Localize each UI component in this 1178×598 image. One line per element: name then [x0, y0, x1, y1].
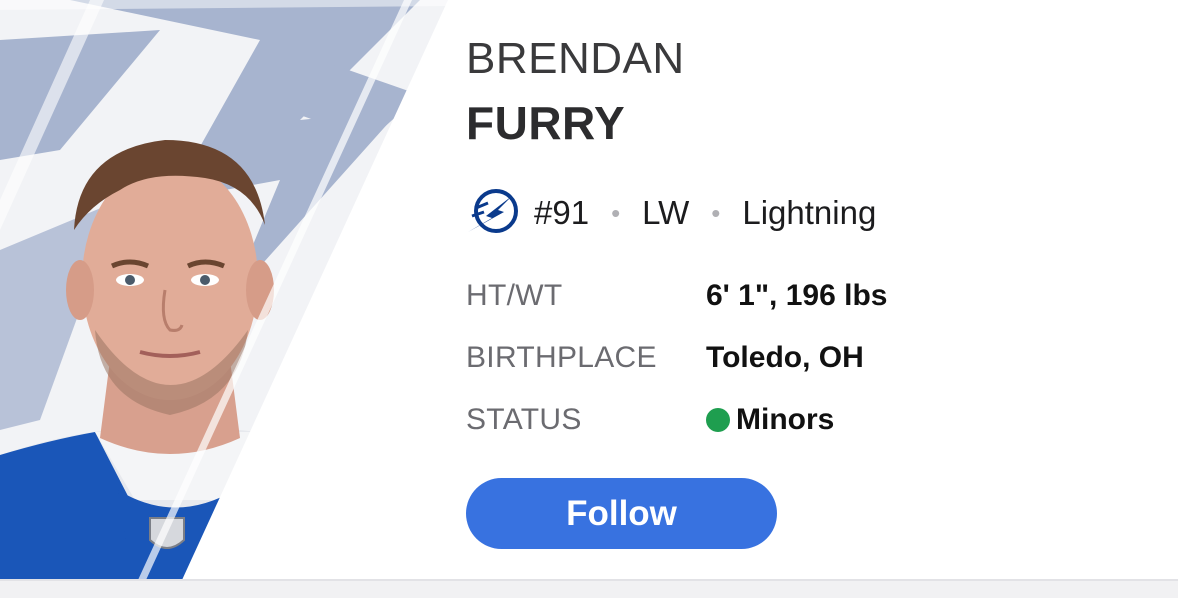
attribute-row-height-weight: HT/WT 6' 1", 196 lbs [466, 274, 887, 318]
player-info: BRENDAN FURRY #91 • LW • Lightning HT/WT… [466, 0, 1166, 580]
attribute-value: 6' 1", 196 lbs [706, 279, 888, 312]
player-last-name: FURRY [466, 97, 626, 149]
attribute-label: HT/WT [466, 279, 563, 312]
attribute-value: Toledo, OH [706, 341, 864, 374]
player-meta-row: #91 • LW • Lightning [466, 186, 876, 240]
status-value: Minors [706, 403, 834, 437]
player-first-name: BRENDAN [466, 34, 685, 83]
status-indicator-icon [706, 408, 730, 432]
status-text: Minors [736, 403, 835, 436]
bottom-divider [0, 579, 1178, 598]
lightning-logo-icon [466, 188, 522, 238]
follow-button[interactable]: Follow [466, 478, 777, 549]
player-position: LW [642, 194, 690, 231]
attribute-label: STATUS [466, 403, 582, 436]
attribute-label: BIRTHPLACE [466, 341, 657, 374]
attribute-row-birthplace: BIRTHPLACE Toledo, OH [466, 336, 864, 380]
attribute-row-status: STATUS Minors [466, 398, 834, 442]
separator-dot: • [611, 197, 621, 228]
player-headshot-panel [0, 0, 460, 580]
player-team[interactable]: Lightning [742, 194, 876, 232]
player-number: #91 [534, 194, 590, 231]
player-card: BRENDAN FURRY #91 • LW • Lightning HT/WT… [0, 0, 1178, 598]
player-headshot [0, 0, 460, 580]
separator-dot: • [711, 197, 721, 228]
